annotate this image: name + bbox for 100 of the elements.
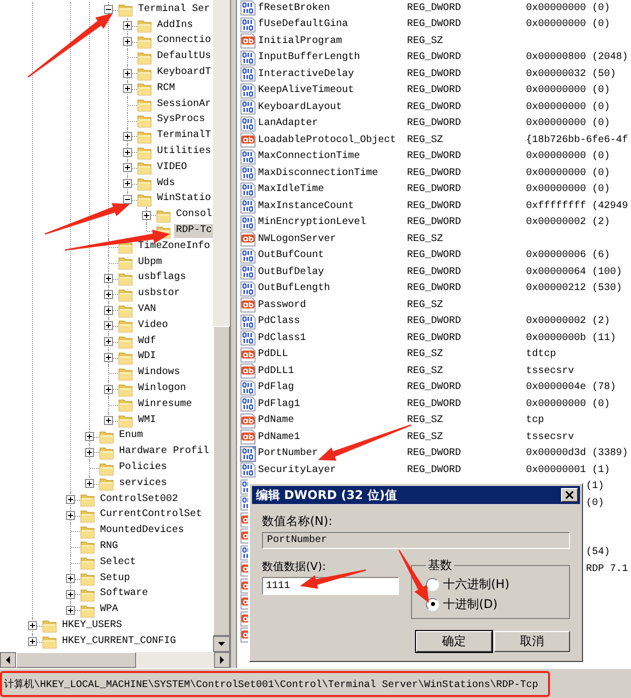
scroll-thumb[interactable] xyxy=(16,652,136,668)
tree-item[interactable]: AddIns xyxy=(155,18,196,33)
expand-icon[interactable] xyxy=(28,637,37,646)
expand-icon[interactable] xyxy=(85,448,94,457)
value-name[interactable]: PdName xyxy=(258,415,407,426)
value-name[interactable]: KeyboardLayout xyxy=(258,102,407,113)
expand-icon[interactable] xyxy=(123,179,132,188)
value-name[interactable]: PdFlag1 xyxy=(258,398,407,410)
tree-item[interactable]: WMI xyxy=(136,414,158,428)
value-name[interactable]: InputBufferLength xyxy=(258,52,407,64)
name-field[interactable]: PortNumber xyxy=(262,532,570,549)
expand-icon[interactable] xyxy=(123,68,132,78)
expand-icon[interactable] xyxy=(104,290,113,299)
ok-button[interactable]: 确定 xyxy=(416,631,492,652)
tree-item[interactable]: RDP-Tc xyxy=(174,224,213,238)
expand-icon[interactable] xyxy=(123,163,132,172)
scrollbar[interactable] xyxy=(213,0,230,652)
scroll-down-icon[interactable] xyxy=(213,636,230,652)
expand-icon[interactable] xyxy=(28,621,37,630)
tree-item[interactable]: Wdf xyxy=(136,334,158,349)
value-name[interactable]: LanAdapter xyxy=(258,118,407,130)
value-name[interactable]: PdDLL xyxy=(258,349,407,360)
tree-item[interactable]: Wds xyxy=(155,176,178,191)
collapse-icon[interactable] xyxy=(123,194,132,204)
tree-item[interactable]: Winlogon xyxy=(136,382,188,396)
tree-item[interactable]: TerminalT xyxy=(155,129,213,144)
value-name[interactable]: SecurityLayer xyxy=(258,464,407,476)
radio-icon[interactable] xyxy=(426,598,439,610)
value-name[interactable]: PdClass xyxy=(258,316,407,328)
value-name[interactable]: MinEncryptionLevel xyxy=(258,217,407,228)
tree-item[interactable]: services xyxy=(117,476,170,491)
expand-icon[interactable] xyxy=(104,321,113,330)
tree-item[interactable]: Software xyxy=(98,587,150,602)
value-name[interactable]: PdClass1 xyxy=(258,332,407,344)
expand-icon[interactable] xyxy=(66,495,75,504)
value-name[interactable]: fResetBroken xyxy=(258,2,407,14)
value-name[interactable]: PdFlag xyxy=(258,382,407,394)
tree-item[interactable]: Connectio xyxy=(155,34,213,48)
expand-icon[interactable] xyxy=(66,510,75,520)
close-button[interactable] xyxy=(561,488,578,502)
tree-item[interactable]: Setup xyxy=(98,572,132,586)
value-name[interactable]: fUseDefaultGina xyxy=(258,19,407,30)
expand-icon[interactable] xyxy=(104,416,113,426)
tree-item[interactable]: HKEY_CURRENT_CONFIG xyxy=(60,634,178,649)
tree-item[interactable]: Video xyxy=(136,318,170,333)
expand-icon[interactable] xyxy=(104,352,113,362)
expand-icon[interactable] xyxy=(104,274,113,283)
tree-item[interactable]: Policies xyxy=(117,461,170,475)
tree-item[interactable]: DefaultUs xyxy=(155,50,213,64)
tree-item[interactable]: Windows xyxy=(136,366,182,380)
expand-icon[interactable] xyxy=(85,479,94,488)
value-name[interactable]: LoadableProtocol_Object xyxy=(258,134,407,146)
scrollbar[interactable] xyxy=(0,652,230,668)
tree-item[interactable]: TimeZoneInfo xyxy=(136,240,212,254)
expand-icon[interactable] xyxy=(123,84,132,94)
tree-item[interactable]: WinStatio xyxy=(155,192,213,206)
tree-item[interactable]: KeyboardT xyxy=(155,66,213,80)
expand-icon[interactable] xyxy=(142,210,151,220)
value-name[interactable]: MaxConnectionTime xyxy=(258,151,407,162)
radio-icon[interactable] xyxy=(426,578,439,590)
value-name[interactable]: PdDLL1 xyxy=(258,366,407,377)
tree-item[interactable]: Consol xyxy=(174,208,213,222)
expand-icon[interactable] xyxy=(66,590,75,599)
tree-item[interactable]: Ubpm xyxy=(136,256,164,270)
tree-item[interactable]: CurrentControlSet xyxy=(98,508,204,522)
expand-icon[interactable] xyxy=(123,148,132,157)
scroll-left-icon[interactable] xyxy=(0,652,16,668)
collapse-icon[interactable] xyxy=(104,5,113,14)
value-name[interactable]: InteractiveDelay xyxy=(258,68,407,80)
tree-item[interactable]: Hardware Profil xyxy=(117,445,212,460)
tree-item[interactable]: VIDEO xyxy=(155,160,190,175)
scroll-thumb[interactable] xyxy=(213,326,230,636)
value-name[interactable]: MaxDisconnectionTime xyxy=(258,168,407,179)
expand-icon[interactable] xyxy=(104,337,113,346)
value-name[interactable]: OutBufCount xyxy=(258,250,407,262)
scroll-right-icon[interactable] xyxy=(214,652,230,668)
tree-item[interactable]: ControlSet002 xyxy=(98,492,180,507)
tree-item[interactable]: VAN xyxy=(136,303,158,318)
tree-item[interactable]: usbflags xyxy=(136,271,188,286)
expand-icon[interactable] xyxy=(123,21,132,30)
expand-icon[interactable] xyxy=(66,606,75,615)
expand-icon[interactable] xyxy=(123,132,132,141)
tree-item[interactable]: RNG xyxy=(98,540,120,554)
tree-item[interactable]: Enum xyxy=(117,429,146,444)
value-name[interactable]: OutBufLength xyxy=(258,283,407,294)
expand-icon[interactable] xyxy=(104,306,113,315)
tree-item[interactable]: MountedDevices xyxy=(98,524,186,538)
value-name[interactable]: Password xyxy=(258,300,407,311)
tree-item[interactable]: usbstor xyxy=(136,287,182,302)
expand-icon[interactable] xyxy=(66,574,75,584)
tree-item[interactable]: SessionAr xyxy=(155,98,213,112)
expand-icon[interactable] xyxy=(85,432,94,441)
expand-icon[interactable] xyxy=(104,384,113,394)
tree-item[interactable]: Select xyxy=(98,556,138,570)
tree-item[interactable]: WDI xyxy=(136,350,158,364)
cancel-button[interactable]: 取消 xyxy=(494,631,570,652)
tree-item[interactable]: RCM xyxy=(155,82,178,96)
tree-item[interactable]: WPA xyxy=(98,603,120,618)
value-name[interactable]: PdName1 xyxy=(258,432,407,443)
value-name[interactable]: MaxIdleTime xyxy=(258,184,407,196)
